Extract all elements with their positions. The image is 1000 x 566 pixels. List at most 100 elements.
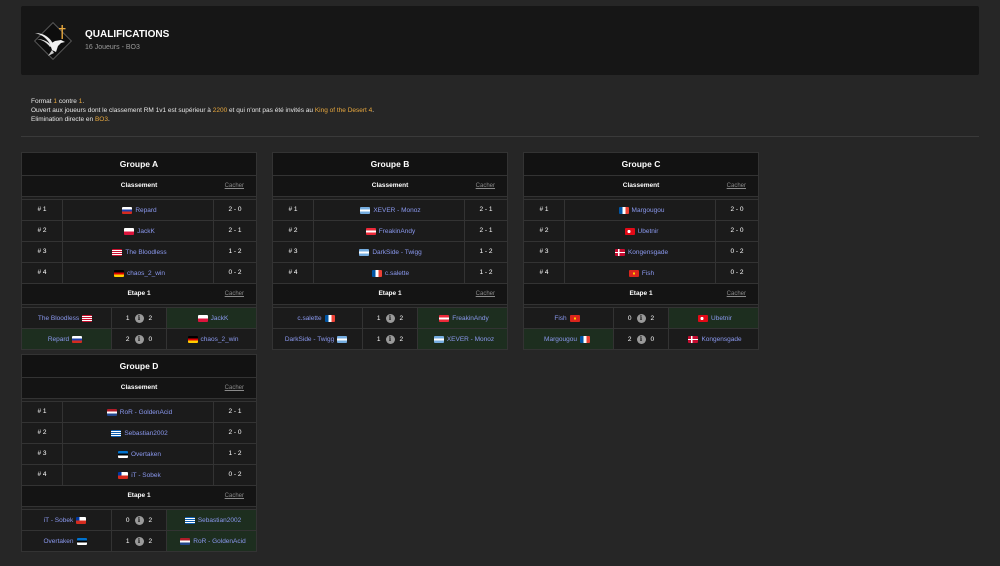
rank-cell: # 4 — [524, 263, 565, 283]
country-flag-icon — [82, 314, 93, 322]
player-link[interactable]: Overtaken — [131, 451, 161, 458]
rank-cell: # 4 — [22, 263, 63, 283]
player-link[interactable]: XEVER - Monoz — [447, 336, 494, 343]
match-score: 0i2 — [614, 308, 668, 328]
country-flag-icon — [187, 335, 198, 343]
standings-row: # 4 iT - Sobek 0 - 2 — [22, 465, 256, 486]
player-link[interactable]: RoR - GoldenAcid — [120, 409, 172, 416]
tournament-header: QUALIFICATIONS 16 Joueurs - BO3 — [21, 6, 979, 75]
match-info-icon[interactable]: i — [134, 536, 144, 546]
player-cell: iT - Sobek — [63, 465, 214, 485]
event-link[interactable]: King of the Desert 4 — [315, 107, 372, 114]
player-link[interactable]: DarkSide - Twigg — [285, 336, 334, 343]
match-info-icon[interactable]: i — [385, 334, 395, 344]
hide-stage-link[interactable]: Cacher — [225, 486, 244, 506]
player-link[interactable]: Sebastian2002 — [198, 517, 241, 524]
player-link[interactable]: chaos_2_win — [127, 270, 165, 277]
player-link[interactable]: iT - Sobek — [44, 517, 74, 524]
group-card: Groupe D Classement Cacher # 1 RoR - GoldenA… — [21, 354, 257, 552]
match-player-left: The Bloodless — [22, 308, 112, 328]
rank-cell: # 1 — [22, 200, 63, 220]
player-link[interactable]: The Bloodless — [38, 315, 79, 322]
match-score: 1i2 — [112, 308, 166, 328]
record-cell: 0 - 2 — [228, 471, 242, 478]
score-left: 2 — [125, 335, 130, 343]
format-text: contre — [57, 98, 79, 105]
match-info-icon[interactable]: i — [636, 313, 646, 323]
match-info-icon[interactable]: i — [134, 334, 144, 344]
hide-standings-link[interactable]: Cacher — [476, 176, 495, 196]
match-info-icon[interactable]: i — [636, 334, 646, 344]
standings-row: # 1 XEVER - Monoz 2 - 1 — [273, 200, 507, 221]
country-flag-icon — [360, 206, 371, 214]
rules-description: Format 1 contre 1. Ouvert aux joueurs do… — [31, 97, 374, 124]
hide-standings-link[interactable]: Cacher — [727, 176, 746, 196]
score-right: 2 — [148, 537, 153, 545]
standings-label: Classement — [120, 384, 158, 391]
player-link[interactable]: Sebastian2002 — [124, 430, 167, 437]
player-link[interactable]: FreakinAndy — [452, 315, 489, 322]
hide-stage-link[interactable]: Cacher — [727, 284, 746, 304]
standings-row: # 2 JackK 2 - 1 — [22, 221, 256, 242]
rank-cell: # 2 — [22, 221, 63, 241]
group-card: Groupe A Classement Cacher # 1 Repard 2 - 0 # … — [21, 152, 257, 350]
player-link[interactable]: XEVER - Monoz — [373, 207, 420, 214]
player-link[interactable]: Repard — [48, 336, 69, 343]
hide-stage-link[interactable]: Cacher — [476, 284, 495, 304]
player-link[interactable]: Fish — [642, 270, 654, 277]
match-player-right: Kongensgade — [668, 329, 758, 349]
player-link[interactable]: Ubetnir — [711, 315, 732, 322]
player-link[interactable]: Kongensgade — [701, 336, 741, 343]
divider — [21, 136, 979, 137]
player-link[interactable]: DarkSide - Twigg — [372, 249, 421, 256]
player-link[interactable]: FreakinAndy — [379, 228, 416, 235]
group-title: Groupe D — [22, 355, 256, 378]
standings-row: # 1 RoR - GoldenAcid 2 - 1 — [22, 402, 256, 423]
format-line: Format 1 contre 1. — [31, 97, 374, 106]
player-cell: RoR - GoldenAcid — [63, 402, 214, 422]
player-link[interactable]: Margougou — [544, 336, 577, 343]
country-flag-icon — [114, 269, 125, 277]
player-link[interactable]: JackK — [137, 228, 155, 235]
eagle-logo-icon — [33, 21, 73, 61]
match-info-icon[interactable]: i — [134, 515, 144, 525]
player-link[interactable]: Overtaken — [44, 538, 74, 545]
player-link[interactable]: Repard — [135, 207, 156, 214]
standings-header: Classement Cacher — [22, 176, 256, 197]
player-link[interactable]: RoR - GoldenAcid — [193, 538, 245, 545]
elimination-text: . — [107, 116, 110, 123]
match-info-icon[interactable]: i — [134, 313, 144, 323]
hide-standings-link[interactable]: Cacher — [225, 176, 244, 196]
match-row: Fish 0 i 2 Ubetnir — [524, 308, 758, 329]
player-link[interactable]: Kongensgade — [628, 249, 668, 256]
record-cell: 1 - 2 — [228, 450, 242, 457]
player-link[interactable]: chaos_2_win — [201, 336, 239, 343]
country-flag-icon — [106, 408, 117, 416]
record-cell: 0 - 2 — [228, 269, 242, 276]
hide-standings-link[interactable]: Cacher — [225, 378, 244, 398]
match-row: c.salette 1 i 2 FreakinAndy — [273, 308, 507, 329]
player-link[interactable]: iT - Sobek — [131, 472, 161, 479]
country-flag-icon — [359, 248, 370, 256]
player-link[interactable]: c.salette — [297, 315, 321, 322]
match-row: Margougou 2 i 0 Kongensgade — [524, 329, 758, 349]
player-link[interactable]: Margougou — [632, 207, 665, 214]
rank-cell: # 4 — [22, 465, 63, 485]
rank-cell: # 2 — [22, 423, 63, 443]
player-cell: JackK — [63, 221, 214, 241]
player-link[interactable]: The Bloodless — [125, 249, 166, 256]
eligibility-text: Ouvert aux joueurs dont le classement RM… — [31, 107, 213, 114]
rank-cell: # 1 — [22, 402, 63, 422]
player-link[interactable]: Fish — [554, 315, 566, 322]
match-player-right: JackK — [166, 308, 256, 328]
player-link[interactable]: c.salette — [385, 270, 409, 277]
player-cell: Sebastian2002 — [63, 423, 214, 443]
country-flag-icon — [618, 206, 629, 214]
record-cell: 2 - 0 — [228, 429, 242, 436]
player-link[interactable]: JackK — [211, 315, 229, 322]
match-score: 1i2 — [363, 329, 417, 349]
match-info-icon[interactable]: i — [385, 313, 395, 323]
stage-label: Etape 1 — [127, 290, 151, 297]
player-link[interactable]: Ubetnir — [638, 228, 659, 235]
hide-stage-link[interactable]: Cacher — [225, 284, 244, 304]
